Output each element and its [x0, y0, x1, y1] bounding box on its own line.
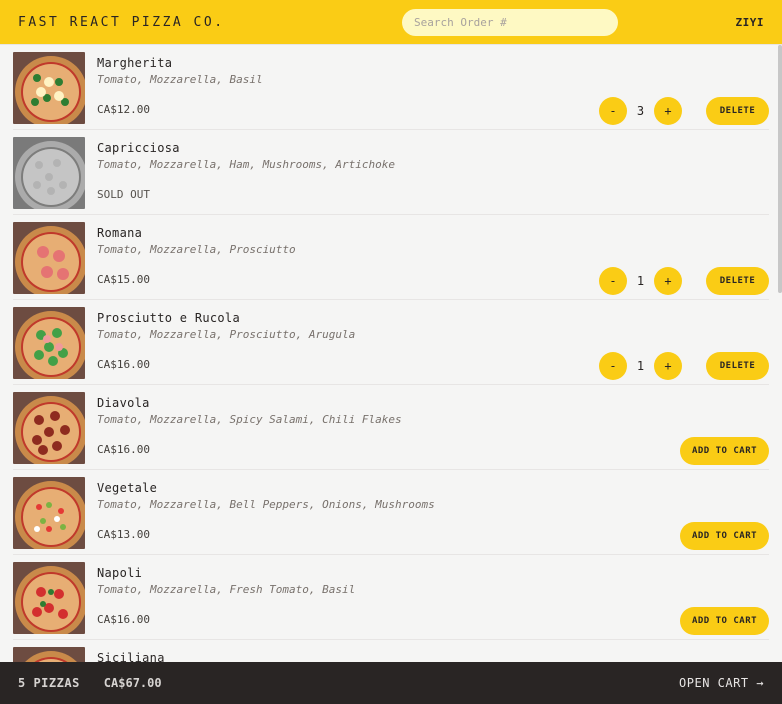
pizza-name: Diavola [97, 396, 150, 410]
decrease-quantity-button[interactable]: - [599, 352, 627, 380]
quantity-controls: - 3 + Delete [599, 97, 769, 125]
increase-quantity-button[interactable]: + [654, 97, 682, 125]
pizza-ingredients: Tomato, Mozzarella, Prosciutto [97, 243, 296, 256]
menu-item-row: Margherita Tomato, Mozzarella, Basil CA$1… [13, 45, 769, 130]
menu-item-row: Siciliana [13, 640, 769, 662]
pizza-name: Romana [97, 226, 143, 240]
pizza-ingredients: Tomato, Mozzarella, Fresh Tomato, Basil [97, 583, 356, 596]
pizza-name: Capricciosa [97, 141, 180, 155]
increase-quantity-button[interactable]: + [654, 267, 682, 295]
pizza-ingredients: Tomato, Mozzarella, Spicy Salami, Chili … [97, 413, 402, 426]
quantity-value: 3 [636, 104, 645, 118]
quantity-value: 1 [636, 359, 645, 373]
pizza-name: Siciliana [97, 651, 165, 662]
pizza-image [13, 477, 85, 549]
app-header: Fast React Pizza Co. ZIYI [0, 0, 782, 45]
pizza-price: CA$16.00 [97, 443, 150, 456]
delete-item-button[interactable]: Delete [706, 267, 769, 295]
cart-pizza-count: 5 pizzas [18, 676, 80, 690]
open-cart-link[interactable]: Open cart → [679, 676, 764, 690]
pizza-image [13, 222, 85, 294]
pizza-price: CA$12.00 [97, 103, 150, 116]
menu-item-row: Capricciosa Tomato, Mozzarella, Ham, Mus… [13, 130, 769, 215]
pizza-ingredients: Tomato, Mozzarella, Bell Peppers, Onions… [97, 498, 435, 511]
scrollbar[interactable] [778, 45, 782, 293]
pizza-info: Siciliana [97, 647, 769, 662]
pizza-name: Napoli [97, 566, 143, 580]
pizza-info: Napoli Tomato, Mozzarella, Fresh Tomato,… [97, 562, 769, 639]
sold-out-label: Sold out [97, 188, 150, 201]
pizza-name: Prosciutto e Rucola [97, 311, 240, 325]
pizza-info: Capricciosa Tomato, Mozzarella, Ham, Mus… [97, 137, 769, 214]
pizza-image [13, 52, 85, 124]
menu-item-row: Vegetale Tomato, Mozzarella, Bell Pepper… [13, 470, 769, 555]
add-controls: Add to cart [680, 522, 769, 550]
pizza-price: CA$16.00 [97, 613, 150, 626]
cart-total-price: CA$67.00 [103, 676, 162, 690]
pizza-image [13, 137, 85, 209]
add-to-cart-button[interactable]: Add to cart [680, 607, 769, 635]
pizza-info: Margherita Tomato, Mozzarella, Basil CA$1… [97, 52, 769, 129]
home-logo-link[interactable]: Fast React Pizza Co. [18, 15, 225, 30]
pizza-name: Margherita [97, 56, 173, 70]
pizza-ingredients: Tomato, Mozzarella, Basil [97, 73, 263, 86]
username: ZIYI [735, 15, 764, 29]
quantity-value: 1 [636, 274, 645, 288]
add-controls: Add to cart [680, 607, 769, 635]
quantity-controls: - 1 + Delete [599, 267, 769, 295]
decrease-quantity-button[interactable]: - [599, 267, 627, 295]
cart-overview: 5 pizzas CA$67.00 Open cart → [0, 662, 782, 704]
delete-item-button[interactable]: Delete [706, 352, 769, 380]
pizza-image [13, 562, 85, 634]
menu-item-row: Diavola Tomato, Mozzarella, Spicy Salami… [13, 385, 769, 470]
pizza-price: CA$15.00 [97, 273, 150, 286]
menu-item-row: Napoli Tomato, Mozzarella, Fresh Tomato,… [13, 555, 769, 640]
menu-item-row: Prosciutto e Rucola Tomato, Mozzarella, … [13, 300, 769, 385]
pizza-ingredients: Tomato, Mozzarella, Ham, Mushrooms, Arti… [97, 158, 396, 171]
pizza-image [13, 647, 85, 662]
pizza-price: CA$16.00 [97, 358, 150, 371]
pizza-info: Prosciutto e Rucola Tomato, Mozzarella, … [97, 307, 769, 384]
pizza-info: Diavola Tomato, Mozzarella, Spicy Salami… [97, 392, 769, 469]
increase-quantity-button[interactable]: + [654, 352, 682, 380]
pizza-ingredients: Tomato, Mozzarella, Prosciutto, Arugula [97, 328, 356, 341]
decrease-quantity-button[interactable]: - [599, 97, 627, 125]
pizza-name: Vegetale [97, 481, 158, 495]
search-order-input[interactable] [402, 9, 618, 36]
menu-list: Margherita Tomato, Mozzarella, Basil CA$1… [13, 45, 769, 662]
add-to-cart-button[interactable]: Add to cart [680, 437, 769, 465]
pizza-info: Vegetale Tomato, Mozzarella, Bell Pepper… [97, 477, 769, 554]
add-controls: Add to cart [680, 437, 769, 465]
pizza-info: Romana Tomato, Mozzarella, Prosciutto CA$… [97, 222, 769, 299]
pizza-image [13, 392, 85, 464]
add-to-cart-button[interactable]: Add to cart [680, 522, 769, 550]
menu-item-row: Romana Tomato, Mozzarella, Prosciutto CA$… [13, 215, 769, 300]
pizza-image [13, 307, 85, 379]
delete-item-button[interactable]: Delete [706, 97, 769, 125]
pizza-price: CA$13.00 [97, 528, 150, 541]
quantity-controls: - 1 + Delete [599, 352, 769, 380]
